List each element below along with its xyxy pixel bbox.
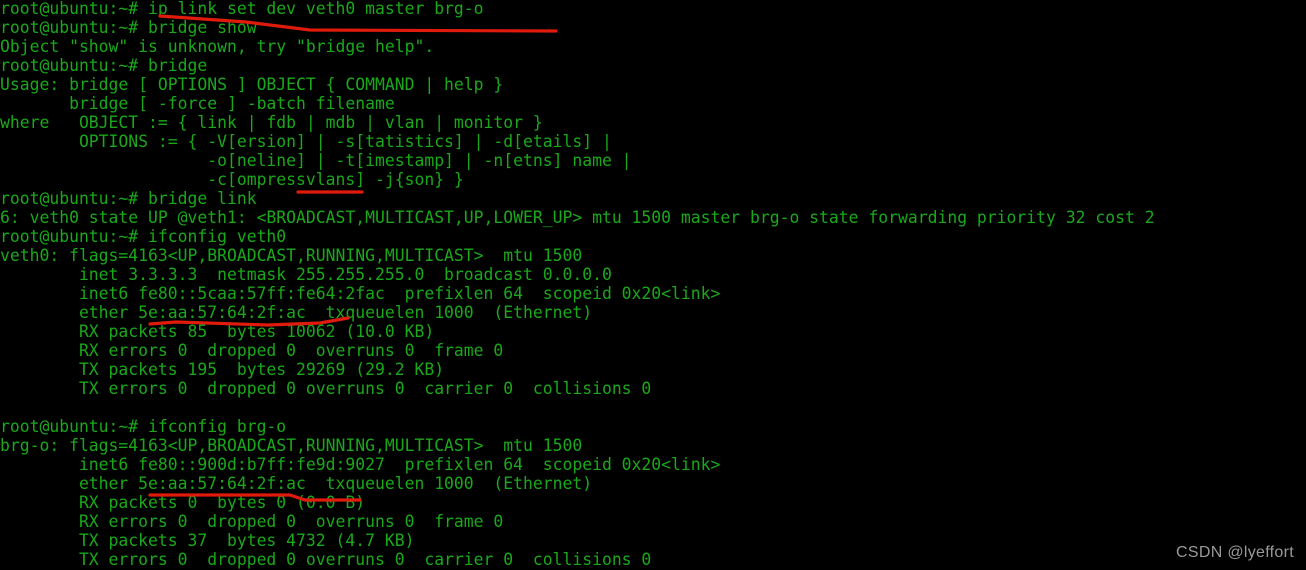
terminal-window[interactable]: root@ubuntu:~# ip link set dev veth0 mas…	[0, 0, 1306, 570]
terminal-line: ether 5e:aa:57:64:2f:ac txqueuelen 1000 …	[0, 474, 593, 493]
terminal-line: root@ubuntu:~# bridge	[0, 56, 208, 75]
terminal-line: root@ubuntu:~# ifconfig brg-o	[0, 417, 287, 436]
terminal-line: inet6 fe80::5caa:57ff:fe64:2fac prefixle…	[0, 284, 721, 303]
terminal-line: where OBJECT := { link | fdb | mdb | vla…	[0, 113, 543, 132]
terminal-line: RX packets 85 bytes 10062 (10.0 KB)	[0, 322, 435, 341]
terminal-line: TX errors 0 dropped 0 overruns 0 carrier…	[0, 550, 652, 569]
terminal-line: RX errors 0 dropped 0 overruns 0 frame 0	[0, 512, 504, 531]
terminal-line: root@ubuntu:~# bridge link	[0, 189, 257, 208]
terminal-line: 6: veth0 state UP @veth1: <BROADCAST,MUL…	[0, 208, 1155, 227]
terminal-line: root@ubuntu:~# ifconfig veth0	[0, 227, 287, 246]
terminal-line: -o[neline] | -t[imestamp] | -n[etns] nam…	[0, 151, 632, 170]
watermark-label: CSDN @lyeffort	[1176, 544, 1294, 561]
terminal-line: TX packets 195 bytes 29269 (29.2 KB)	[0, 360, 445, 379]
terminal-line: veth0: flags=4163<UP,BROADCAST,RUNNING,M…	[0, 246, 583, 265]
terminal-line: RX errors 0 dropped 0 overruns 0 frame 0	[0, 341, 504, 360]
terminal-line: Object "show" is unknown, try "bridge he…	[0, 37, 435, 56]
terminal-line: inet 3.3.3.3 netmask 255.255.255.0 broad…	[0, 265, 612, 284]
terminal-line: brg-o: flags=4163<UP,BROADCAST,RUNNING,M…	[0, 436, 583, 455]
terminal-line: TX packets 37 bytes 4732 (4.7 KB)	[0, 531, 415, 550]
terminal-line: TX errors 0 dropped 0 overruns 0 carrier…	[0, 379, 652, 398]
terminal-line: bridge [ -force ] -batch filename	[0, 94, 395, 113]
terminal-line: -c[ompressvlans] -j{son} }	[0, 170, 464, 189]
terminal-line: Usage: bridge [ OPTIONS ] OBJECT { COMMA…	[0, 75, 504, 94]
terminal-line: root@ubuntu:~# bridge show	[0, 18, 257, 37]
terminal-output: root@ubuntu:~# ip link set dev veth0 mas…	[0, 0, 1155, 569]
terminal-line: ether 5e:aa:57:64:2f:ac txqueuelen 1000 …	[0, 303, 593, 322]
terminal-line: root@ubuntu:~# ip link set dev veth0 mas…	[0, 0, 484, 18]
terminal-line: inet6 fe80::900d:b7ff:fe9d:9027 prefixle…	[0, 455, 721, 474]
terminal-line: RX packets 0 bytes 0 (0.0 B)	[0, 493, 366, 512]
terminal-line: OPTIONS := { -V[ersion] | -s[tatistics] …	[0, 132, 612, 151]
